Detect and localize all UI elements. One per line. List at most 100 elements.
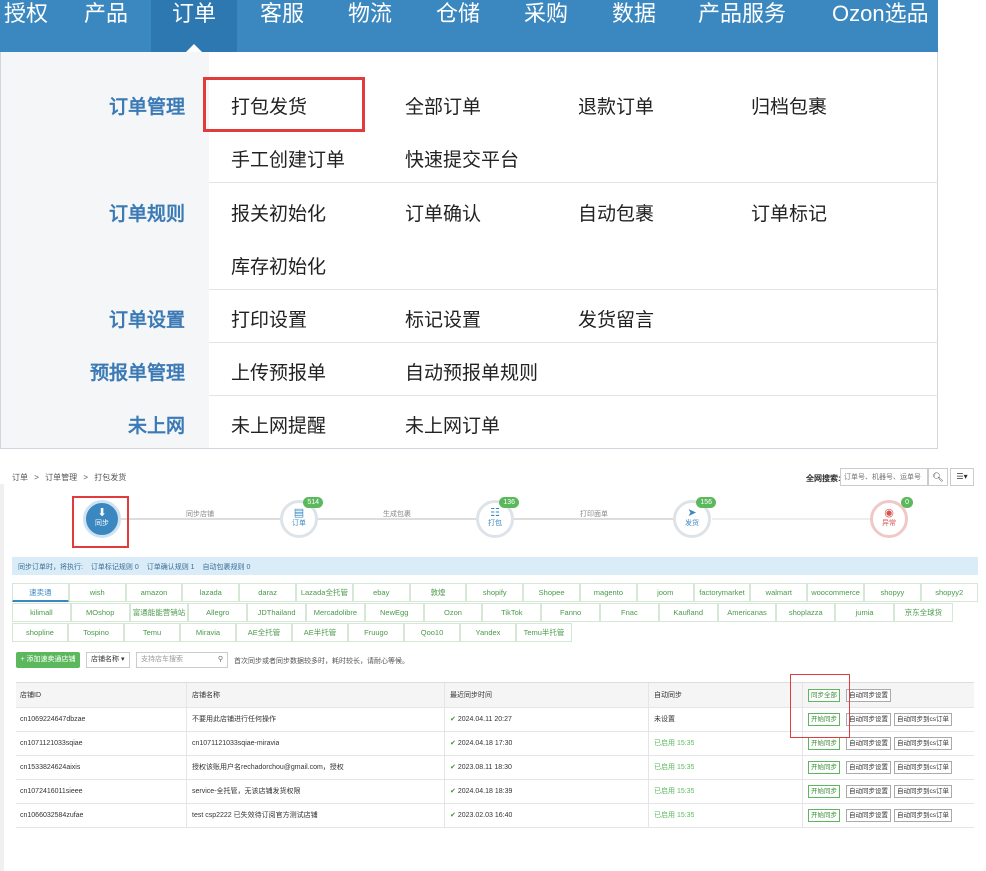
nav-item-logistics[interactable]: 物流: [348, 0, 392, 52]
auto-sync-to-cs-button[interactable]: 自动同步到cs订单: [894, 785, 952, 798]
menu-link-all-orders[interactable]: 全部订单: [405, 92, 481, 119]
platform-tab[interactable]: magento: [580, 583, 637, 602]
start-sync-button[interactable]: 开始同步: [808, 737, 840, 750]
auto-sync-settings-button[interactable]: 自动同步设置: [846, 809, 891, 822]
platform-tab[interactable]: shopify: [466, 583, 524, 602]
nav-item-products[interactable]: 产品: [84, 0, 128, 52]
menu-link-not-online-orders[interactable]: 未上网订单: [405, 411, 500, 438]
step-exception[interactable]: ◉ 异常 0: [870, 497, 913, 538]
step-orders[interactable]: ▤ 订单 514: [280, 497, 323, 538]
platform-tab[interactable]: amazon: [125, 583, 183, 602]
auto-sync-to-cs-button[interactable]: 自动同步到cs订单: [894, 713, 952, 726]
platform-tab[interactable]: Fruugo: [348, 623, 404, 642]
platform-tab[interactable]: lazada: [182, 583, 240, 602]
platform-tab[interactable]: 速卖通: [12, 583, 69, 602]
platform-tab[interactable]: Temu半托管: [516, 623, 572, 642]
auto-sync-to-cs-button[interactable]: 自动同步到cs订单: [894, 809, 952, 822]
platform-tab[interactable]: ebay: [352, 583, 410, 602]
auto-sync-settings-button[interactable]: 自动同步设置: [846, 713, 891, 726]
platform-tab[interactable]: Shopee: [523, 583, 580, 602]
platform-tab[interactable]: Allegro: [188, 603, 248, 622]
breadcrumb-order-management[interactable]: 订单管理: [45, 473, 77, 482]
platform-tab[interactable]: shoplazza: [776, 603, 836, 622]
platform-tab[interactable]: Kaufland: [658, 603, 718, 622]
platform-tab[interactable]: daraz: [239, 583, 296, 602]
nav-item-orders[interactable]: 订单: [151, 0, 237, 52]
nav-item-ozon-selection[interactable]: Ozon选品: [832, 0, 929, 52]
auto-sync-to-cs-button[interactable]: 自动同步到cs订单: [894, 761, 952, 774]
platform-tab[interactable]: NewEgg: [364, 603, 424, 622]
platform-tab[interactable]: 京东全球货: [894, 603, 953, 622]
menu-link-not-online-reminder[interactable]: 未上网提醒: [231, 411, 326, 438]
platform-tab[interactable]: AE半托管: [292, 623, 348, 642]
platform-tab[interactable]: Fnac: [600, 603, 659, 622]
platform-tab[interactable]: 敦煌: [409, 583, 467, 602]
platform-tab[interactable]: woocommerce: [807, 583, 864, 602]
nav-item-auth[interactable]: 授权: [0, 0, 52, 52]
platform-tab[interactable]: shopline: [12, 623, 68, 642]
store-search-input[interactable]: 支持店车搜索 ⚲: [136, 652, 228, 668]
platform-tab[interactable]: Ozon: [423, 603, 483, 622]
nav-item-purchase[interactable]: 采购: [524, 0, 568, 52]
step-pack[interactable]: ☷ 打包 136: [476, 497, 519, 538]
start-sync-button[interactable]: 开始同步: [808, 761, 840, 774]
menu-link-shipping-message[interactable]: 发货留言: [578, 305, 654, 332]
info-order-confirm-rules[interactable]: 订单确认规则 1: [147, 564, 195, 571]
platform-tab[interactable]: walmart: [750, 583, 808, 602]
platform-tab[interactable]: TikTok: [482, 603, 542, 622]
menu-link-print-settings[interactable]: 打印设置: [231, 305, 307, 332]
platform-tab[interactable]: 富通能能营销站: [129, 603, 189, 622]
menu-link-order-confirm[interactable]: 订单确认: [405, 199, 481, 226]
platform-tab[interactable]: Lazada全托管: [296, 583, 353, 602]
global-search-input[interactable]: [840, 468, 928, 486]
platform-tab[interactable]: MOshop: [70, 603, 130, 622]
start-sync-button[interactable]: 开始同步: [808, 809, 840, 822]
platform-tab[interactable]: shopyy2: [920, 583, 978, 602]
platform-tab[interactable]: Temu: [124, 623, 180, 642]
info-order-mark-rules[interactable]: 订单标记规则 0: [91, 564, 139, 571]
auto-sync-to-cs-button[interactable]: 自动同步到cs订单: [894, 737, 952, 750]
menu-link-refund-orders[interactable]: 退款订单: [578, 92, 654, 119]
nav-item-service[interactable]: 客服: [260, 0, 304, 52]
auto-sync-settings-button[interactable]: 自动同步设置: [846, 689, 891, 702]
platform-tab[interactable]: Fanno: [541, 603, 600, 622]
menu-link-auto-forecast-rules[interactable]: 自动预报单规则: [405, 358, 538, 385]
platform-tab[interactable]: Tospino: [68, 623, 124, 642]
platform-tab[interactable]: AE全托管: [236, 623, 292, 642]
menu-link-order-mark[interactable]: 订单标记: [751, 199, 827, 226]
platform-tab[interactable]: joom: [636, 583, 694, 602]
menu-link-customs-init[interactable]: 报关初始化: [231, 199, 326, 226]
platform-tab[interactable]: kilimall: [12, 603, 71, 622]
nav-item-warehouse[interactable]: 仓储: [436, 0, 480, 52]
info-auto-package-rules[interactable]: 自动包裹规则 0: [203, 564, 251, 571]
platform-tab[interactable]: Mercadolibre: [306, 603, 365, 622]
platform-tab[interactable]: Qoo10: [404, 623, 460, 642]
search-icon[interactable]: ⚲: [218, 653, 223, 667]
nav-item-product-services[interactable]: 产品服务: [698, 0, 786, 52]
menu-link-upload-forecast[interactable]: 上传预报单: [231, 358, 326, 385]
store-name-select[interactable]: 店铺名称 ▾: [86, 652, 130, 668]
platform-tab[interactable]: Americanas: [717, 603, 777, 622]
auto-sync-settings-button[interactable]: 自动同步设置: [846, 785, 891, 798]
auto-sync-settings-button[interactable]: 自动同步设置: [846, 737, 891, 750]
menu-link-auto-package[interactable]: 自动包裹: [578, 199, 654, 226]
auto-sync-settings-button[interactable]: 自动同步设置: [846, 761, 891, 774]
platform-tab[interactable]: shopyy: [864, 583, 921, 602]
platform-tab[interactable]: Miravia: [180, 623, 236, 642]
step-ship[interactable]: ➤ 发货 156: [673, 497, 716, 538]
menu-link-archived-packages[interactable]: 归档包裹: [751, 92, 827, 119]
menu-link-mark-settings[interactable]: 标记设置: [405, 305, 481, 332]
platform-tab[interactable]: jumia: [835, 603, 894, 622]
start-sync-button[interactable]: 开始同步: [808, 785, 840, 798]
platform-tab[interactable]: wish: [68, 583, 126, 602]
add-store-button[interactable]: + 添加速卖通店铺: [16, 652, 80, 668]
platform-tab[interactable]: Yandex: [460, 623, 516, 642]
menu-link-manual-create-order[interactable]: 手工创建订单: [231, 145, 345, 172]
menu-link-inventory-init[interactable]: 库存初始化: [231, 252, 326, 279]
search-icon[interactable]: 🔍︎: [928, 468, 948, 486]
menu-link-quick-submit[interactable]: 快速提交平台: [405, 145, 519, 172]
nav-item-data[interactable]: 数据: [612, 0, 656, 52]
platform-tab[interactable]: factorymarket: [693, 583, 751, 602]
breadcrumb-orders[interactable]: 订单: [12, 473, 28, 482]
platform-tab[interactable]: JDThailand: [247, 603, 306, 622]
